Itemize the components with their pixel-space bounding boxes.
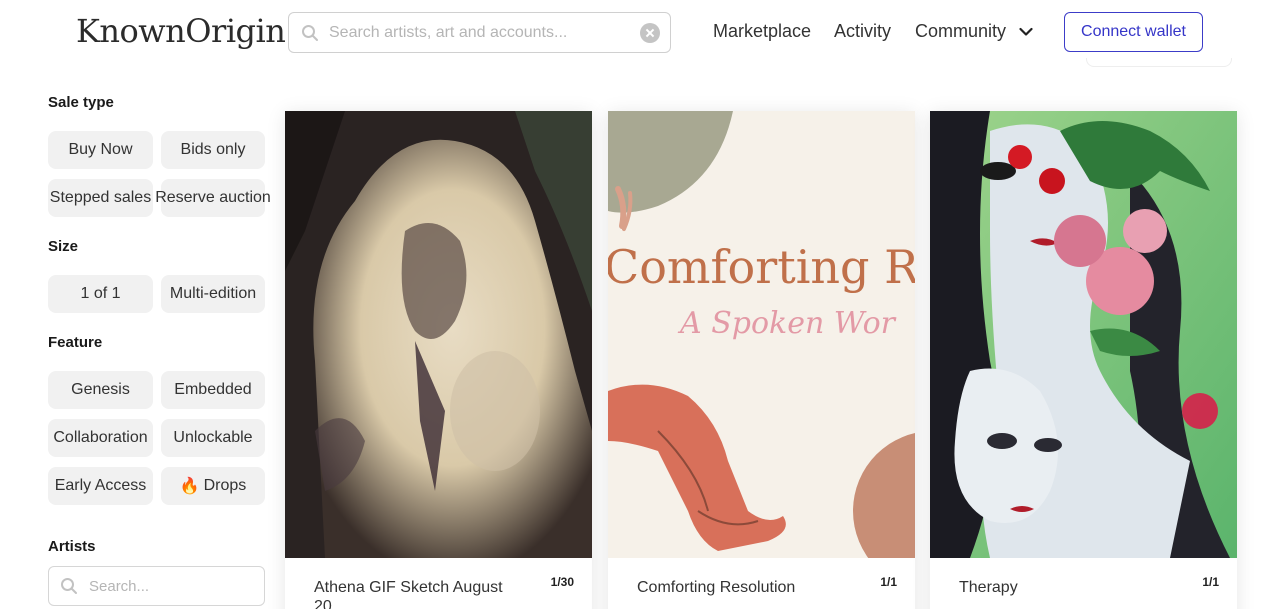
artwork-image[interactable]: Comforting R A Spoken Wor bbox=[608, 111, 915, 558]
filter-collaboration[interactable]: Collaboration bbox=[48, 419, 153, 457]
artwork-title[interactable]: Therapy bbox=[959, 578, 1159, 597]
filter-drops-label: Drops bbox=[203, 477, 247, 494]
nav-marketplace[interactable]: Marketplace bbox=[713, 21, 811, 42]
edition-badge: 1/1 bbox=[880, 575, 897, 589]
filter-buy-now[interactable]: Buy Now bbox=[48, 131, 153, 169]
top-header: KnownOrigin. Marketplace Activity Commun… bbox=[0, 0, 1280, 67]
nav-activity[interactable]: Activity bbox=[834, 21, 891, 42]
filter-genesis[interactable]: Genesis bbox=[48, 371, 153, 409]
global-search[interactable] bbox=[288, 12, 671, 53]
connect-wallet-button[interactable]: Connect wallet bbox=[1064, 12, 1203, 52]
art-heading: Comforting R bbox=[608, 240, 915, 294]
fire-icon: 🔥 bbox=[179, 478, 200, 495]
site-logo[interactable]: KnownOrigin. bbox=[76, 12, 296, 50]
artwork-image[interactable] bbox=[285, 111, 592, 558]
chevron-down-icon[interactable] bbox=[1019, 27, 1033, 37]
artwork-card[interactable]: Therapy 1/1 bbox=[930, 111, 1237, 609]
filter-1-of-1[interactable]: 1 of 1 bbox=[48, 275, 153, 313]
nav-community[interactable]: Community bbox=[915, 21, 1006, 42]
filter-early-access[interactable]: Early Access bbox=[48, 467, 153, 505]
art-subheading: A Spoken Wor bbox=[677, 306, 897, 341]
filter-unlockable[interactable]: Unlockable bbox=[161, 419, 265, 457]
sale-type-heading: Sale type bbox=[48, 94, 114, 111]
feature-heading: Feature bbox=[48, 334, 103, 351]
clear-search-icon[interactable] bbox=[640, 23, 660, 43]
artist-search[interactable] bbox=[48, 566, 265, 606]
filter-reserve-auction[interactable]: Reserve auction bbox=[155, 179, 271, 217]
edition-badge: 1/30 bbox=[550, 575, 574, 589]
search-input[interactable] bbox=[329, 19, 629, 47]
filter-embedded[interactable]: Embedded bbox=[161, 371, 265, 409]
artwork-card[interactable]: Comforting R A Spoken Wor Comforting Res… bbox=[608, 111, 915, 609]
artwork-title[interactable]: Comforting Resolution bbox=[637, 578, 837, 597]
size-heading: Size bbox=[48, 238, 79, 255]
artist-search-input[interactable] bbox=[89, 573, 259, 599]
search-icon bbox=[61, 578, 77, 594]
filter-stepped-sales[interactable]: Stepped sales bbox=[48, 179, 153, 217]
edition-badge: 1/1 bbox=[1202, 575, 1219, 589]
filter-bids-only[interactable]: Bids only bbox=[161, 131, 265, 169]
artwork-title[interactable]: Athena GIF Sketch August 20 bbox=[314, 578, 514, 609]
dropdown-edge bbox=[1086, 58, 1232, 67]
filter-multi-edition[interactable]: Multi-edition bbox=[161, 275, 265, 313]
search-icon bbox=[302, 25, 318, 41]
artists-heading: Artists bbox=[48, 538, 96, 555]
filter-drops[interactable]: 🔥 Drops bbox=[161, 467, 265, 505]
artwork-image[interactable] bbox=[930, 111, 1237, 558]
artwork-card[interactable]: Athena GIF Sketch August 20 1/30 bbox=[285, 111, 592, 609]
